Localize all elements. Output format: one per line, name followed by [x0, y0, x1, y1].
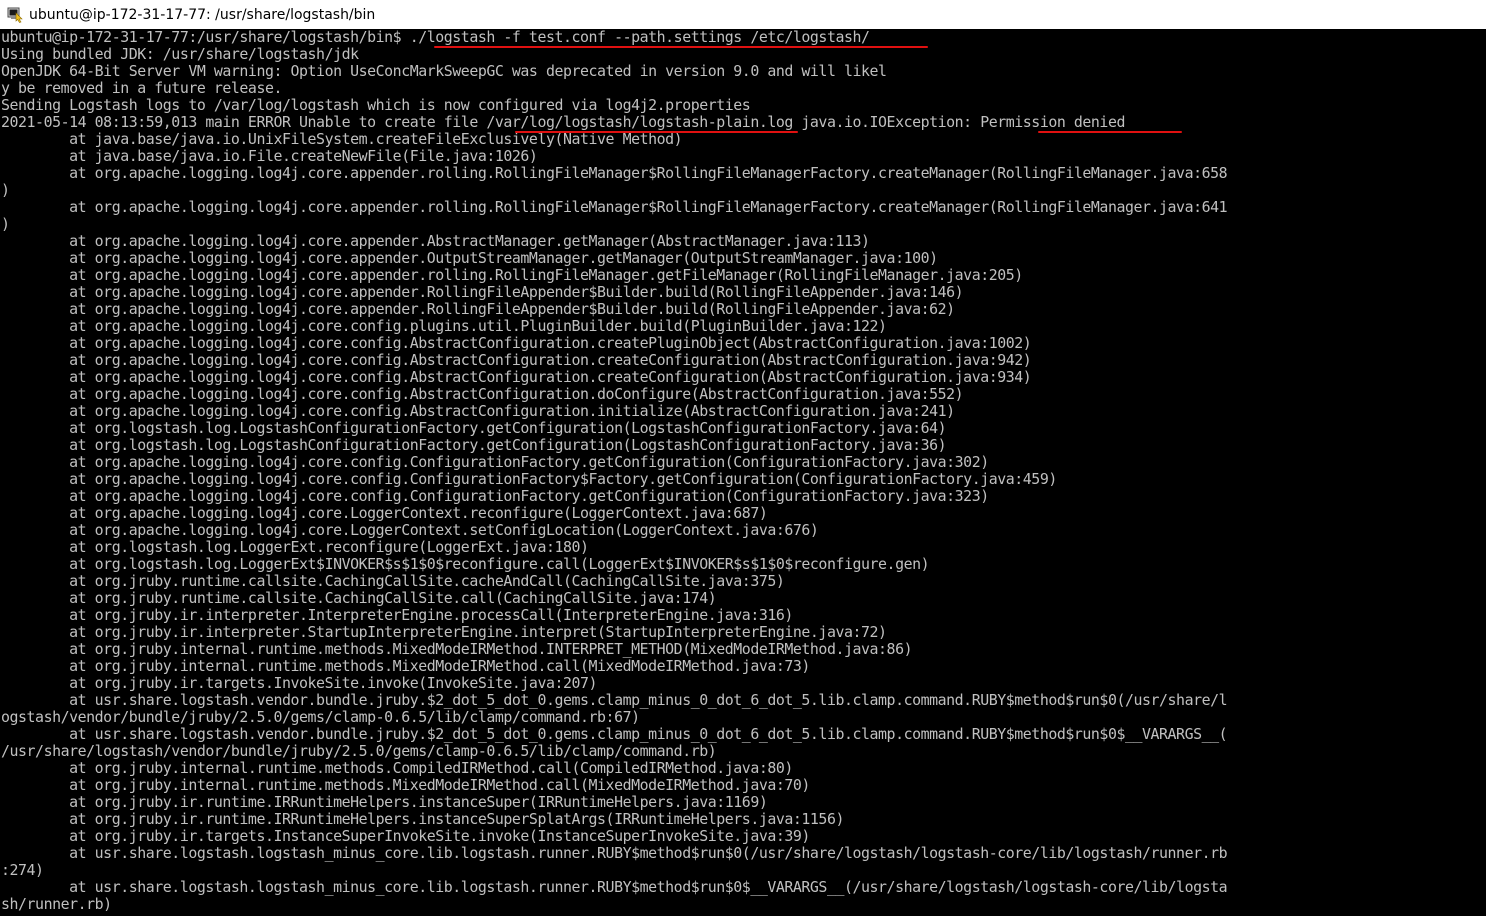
- terminal-line: at usr.share.logstash.logstash_minus_cor…: [1, 844, 1228, 862]
- title-bar[interactable]: ubuntu@ip-172-31-17-77: /usr/share/logst…: [0, 0, 1486, 29]
- terminal-line: at org.jruby.ir.interpreter.StartupInter…: [1, 623, 887, 641]
- terminal-line: at org.apache.logging.log4j.core.appende…: [1, 164, 1228, 182]
- terminal-line: at org.apache.logging.log4j.core.config.…: [1, 334, 1032, 352]
- terminal-line: at org.apache.logging.log4j.core.config.…: [1, 453, 989, 471]
- permission-denied-underline-annotation: [1038, 131, 1182, 133]
- terminal-line: at org.apache.logging.log4j.core.LoggerC…: [1, 521, 819, 539]
- terminal-line: Sending Logstash logs to /var/log/logsta…: [1, 96, 751, 114]
- terminal-line: at org.apache.logging.log4j.core.config.…: [1, 351, 1032, 369]
- terminal-line: at org.apache.logging.log4j.core.config.…: [1, 368, 1032, 386]
- terminal-output[interactable]: ubuntu@ip-172-31-17-77:/usr/share/logsta…: [0, 29, 1486, 916]
- terminal-line: at org.jruby.internal.runtime.methods.Mi…: [1, 657, 810, 675]
- command-underline-annotation: [434, 46, 928, 48]
- terminal-line: at org.apache.logging.log4j.core.config.…: [1, 317, 887, 335]
- terminal-line: at org.jruby.ir.runtime.IRRuntimeHelpers…: [1, 810, 844, 828]
- terminal-line: OpenJDK 64-Bit Server VM warning: Option…: [1, 62, 887, 80]
- terminal-line: ): [1, 215, 10, 233]
- terminal-line: at org.jruby.runtime.callsite.CachingCal…: [1, 572, 785, 590]
- terminal-line: at org.apache.logging.log4j.core.config.…: [1, 402, 955, 420]
- terminal-line: at org.apache.logging.log4j.core.config.…: [1, 470, 1057, 488]
- terminal-line: at org.jruby.internal.runtime.methods.Mi…: [1, 776, 810, 794]
- terminal-line: at java.base/java.io.File.createNewFile(…: [1, 147, 538, 165]
- terminal-line: at org.jruby.internal.runtime.methods.Mi…: [1, 640, 913, 658]
- terminal-line: at org.apache.logging.log4j.core.config.…: [1, 385, 964, 403]
- terminal-line: at org.apache.logging.log4j.core.appende…: [1, 300, 955, 318]
- terminal-line: at org.jruby.ir.targets.InstanceSuperInv…: [1, 827, 810, 845]
- terminal-line: at usr.share.logstash.vendor.bundle.jrub…: [1, 691, 1228, 709]
- terminal-line: Using bundled JDK: /usr/share/logstash/j…: [1, 45, 359, 63]
- terminal-line: sh/runner.rb): [1, 895, 112, 913]
- terminal-line: at org.apache.logging.log4j.core.appende…: [1, 198, 1228, 216]
- terminal-line: ): [1, 181, 10, 199]
- terminal-line: at org.jruby.ir.runtime.IRRuntimeHelpers…: [1, 793, 768, 811]
- terminal-line: at usr.share.logstash.logstash_minus_cor…: [1, 878, 1228, 896]
- terminal-line: at java.base/java.io.UnixFileSystem.crea…: [1, 130, 683, 148]
- terminal-line: /usr/share/logstash/vendor/bundle/jruby/…: [1, 742, 717, 760]
- terminal-line: at org.logstash.log.LogstashConfiguratio…: [1, 436, 947, 454]
- terminal-line: at org.jruby.ir.targets.InvokeSite.invok…: [1, 674, 598, 692]
- terminal-line: at org.apache.logging.log4j.core.LoggerC…: [1, 504, 768, 522]
- terminal-line: :274): [1, 861, 44, 879]
- terminal-line: at org.apache.logging.log4j.core.appende…: [1, 283, 964, 301]
- terminal-line: at usr.share.logstash.vendor.bundle.jrub…: [1, 725, 1228, 743]
- terminal-line: at org.jruby.runtime.callsite.CachingCal…: [1, 589, 717, 607]
- terminal-window: ubuntu@ip-172-31-17-77: /usr/share/logst…: [0, 0, 1486, 916]
- terminal-line: at org.logstash.log.LogstashConfiguratio…: [1, 419, 947, 437]
- terminal-line: 2021-05-14 08:13:59,013 main ERROR Unabl…: [1, 113, 1125, 131]
- terminal-line: ogstash/vendor/bundle/jruby/2.5.0/gems/c…: [1, 708, 640, 726]
- window-title: ubuntu@ip-172-31-17-77: /usr/share/logst…: [29, 6, 376, 23]
- terminal-line: y be removed in a future release.: [1, 79, 282, 97]
- logfile-path-underline-annotation: [515, 131, 798, 133]
- terminal-line: at org.apache.logging.log4j.core.appende…: [1, 232, 870, 250]
- terminal-line: at org.apache.logging.log4j.core.appende…: [1, 266, 1023, 284]
- terminal-line: at org.apache.logging.log4j.core.config.…: [1, 487, 989, 505]
- terminal-line: at org.logstash.log.LoggerExt.reconfigur…: [1, 538, 589, 556]
- terminal-line: at org.jruby.ir.interpreter.InterpreterE…: [1, 606, 793, 624]
- terminal-line: at org.logstash.log.LoggerExt$INVOKER$s$…: [1, 555, 930, 573]
- terminal-line: ubuntu@ip-172-31-17-77:/usr/share/logsta…: [1, 29, 870, 46]
- putty-terminal-icon: [7, 7, 23, 23]
- terminal-line: at org.apache.logging.log4j.core.appende…: [1, 249, 938, 267]
- terminal-line: at org.jruby.internal.runtime.methods.Co…: [1, 759, 793, 777]
